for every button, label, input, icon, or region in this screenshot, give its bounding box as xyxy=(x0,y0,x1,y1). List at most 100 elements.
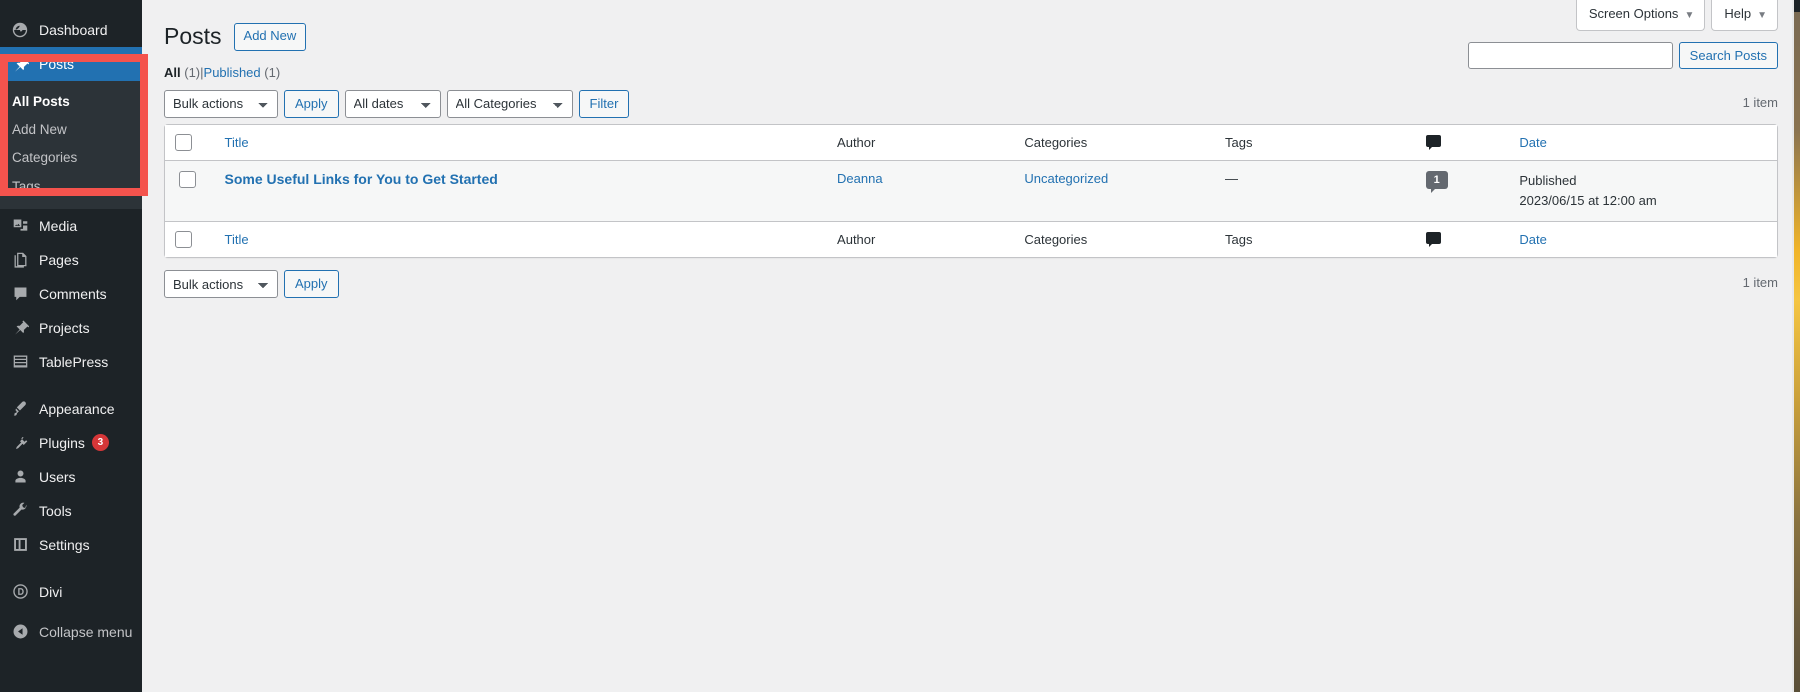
submenu-item-label: Categories xyxy=(12,150,77,165)
sidebar-item-label: TablePress xyxy=(39,355,108,369)
sidebar-item-label: Pages xyxy=(39,253,79,267)
add-new-button[interactable]: Add New xyxy=(234,23,307,51)
posts-table: Title Author Categories Tags Date xyxy=(164,124,1778,258)
post-category-link[interactable]: Uncategorized xyxy=(1024,171,1108,186)
table-foot: Title Author Categories Tags Date xyxy=(165,221,1777,257)
submenu-item-add-new[interactable]: Add New xyxy=(0,116,142,144)
view-all[interactable]: All (1) xyxy=(164,65,200,80)
sidebar-item-label: Dashboard xyxy=(39,23,108,37)
view-published-count: (1) xyxy=(264,65,280,80)
sort-title-link-top[interactable]: Title xyxy=(225,135,249,150)
sidebar-item-users[interactable]: Users xyxy=(0,460,142,494)
column-header-categories: Categories xyxy=(1014,125,1215,161)
sidebar-item-appearance[interactable]: Appearance xyxy=(0,392,142,426)
column-header-title: Title xyxy=(215,125,828,161)
column-header-comments xyxy=(1416,125,1510,161)
select-all-checkbox-top[interactable] xyxy=(175,134,192,151)
date-filter-select[interactable]: All dates xyxy=(345,90,441,118)
submenu-item-categories[interactable]: Categories xyxy=(0,144,142,172)
bulk-actions-select-bottom[interactable]: Bulk actions xyxy=(164,270,278,298)
sidebar-item-media[interactable]: Media xyxy=(0,209,142,243)
brush-icon xyxy=(10,399,30,419)
pin-icon xyxy=(10,54,30,74)
sidebar-item-dashboard[interactable]: Dashboard xyxy=(0,13,142,47)
sort-title-link-bottom[interactable]: Title xyxy=(225,232,249,247)
collapse-menu-button[interactable]: Collapse menu xyxy=(0,615,142,649)
table-body: Some Useful Links for You to Get Started… xyxy=(165,161,1777,221)
column-footer-comments xyxy=(1416,221,1510,257)
dashboard-icon xyxy=(10,20,30,40)
plugins-update-badge: 3 xyxy=(92,434,109,451)
row-checkbox[interactable] xyxy=(179,171,196,188)
sidebar-item-divi[interactable]: Divi xyxy=(0,575,142,609)
sidebar-separator xyxy=(0,379,142,392)
column-header-tags: Tags xyxy=(1215,125,1416,161)
view-all-count: (1) xyxy=(184,65,200,80)
column-footer-title: Title xyxy=(215,221,828,257)
post-title-link[interactable]: Some Useful Links for You to Get Started xyxy=(225,171,498,187)
search-posts-button[interactable]: Search Posts xyxy=(1679,42,1778,69)
select-all-checkbox-bottom[interactable] xyxy=(175,231,192,248)
row-date-cell: Published 2023/06/15 at 12:00 am xyxy=(1509,161,1777,221)
table-row: Some Useful Links for You to Get Started… xyxy=(165,161,1777,221)
post-author-link[interactable]: Deanna xyxy=(837,171,883,186)
row-comments-cell: 1 xyxy=(1416,161,1510,221)
divi-icon xyxy=(10,582,30,602)
table-icon xyxy=(10,352,30,372)
sidebar-item-label: Plugins xyxy=(39,436,85,450)
row-author-cell: Deanna xyxy=(827,161,1014,221)
comments-icon xyxy=(10,284,30,304)
column-footer-categories: Categories xyxy=(1014,221,1215,257)
sidebar-item-label: Divi xyxy=(39,585,62,599)
pages-icon xyxy=(10,250,30,270)
column-footer-author: Author xyxy=(827,221,1014,257)
view-all-link[interactable]: All xyxy=(164,65,181,80)
sidebar-item-comments[interactable]: Comments xyxy=(0,277,142,311)
collapse-arrow-icon xyxy=(10,622,30,642)
sidebar-item-settings[interactable]: Settings xyxy=(0,528,142,562)
view-published[interactable]: Published (1) xyxy=(204,65,281,80)
posts-page-wrap: Posts Add New Search Posts All (1) | Pub… xyxy=(142,0,1800,300)
comment-icon xyxy=(1426,135,1441,147)
row-tags-cell: — xyxy=(1215,161,1416,221)
submenu-item-label: Add New xyxy=(12,122,67,137)
view-published-link[interactable]: Published xyxy=(204,65,261,80)
row-title-cell: Some Useful Links for You to Get Started xyxy=(215,161,828,221)
sidebar-item-label: Users xyxy=(39,470,76,484)
select-all-footer xyxy=(165,221,215,257)
submenu-item-label: All Posts xyxy=(12,94,70,109)
category-filter-select[interactable]: All Categories xyxy=(447,90,573,118)
sidebar-item-plugins[interactable]: Plugins 3 xyxy=(0,426,142,460)
collapse-menu-label: Collapse menu xyxy=(39,625,132,639)
sidebar-item-pages[interactable]: Pages xyxy=(0,243,142,277)
sidebar-item-label: Media xyxy=(39,219,77,233)
filter-button[interactable]: Filter xyxy=(579,90,630,118)
displaying-num-bottom: 1 item xyxy=(1743,275,1778,290)
submenu-item-all-posts[interactable]: All Posts xyxy=(0,88,142,116)
submenu-item-tags[interactable]: Tags xyxy=(0,173,142,201)
search-input[interactable] xyxy=(1468,42,1673,69)
post-date-value: 2023/06/15 at 12:00 am xyxy=(1519,191,1767,211)
pin-icon xyxy=(10,318,30,338)
table-header-row: Title Author Categories Tags Date xyxy=(165,125,1777,161)
column-footer-date: Date xyxy=(1509,221,1777,257)
sort-date-link-bottom[interactable]: Date xyxy=(1519,232,1546,247)
bulk-actions-select-top[interactable]: Bulk actions xyxy=(164,90,278,118)
sidebar-item-tablepress[interactable]: TablePress xyxy=(0,345,142,379)
column-header-author: Author xyxy=(827,125,1014,161)
posts-submenu: All Posts Add New Categories Tags xyxy=(0,81,142,209)
tablenav-top: Bulk actions Apply All dates All Categor… xyxy=(164,88,1778,120)
column-footer-tags: Tags xyxy=(1215,221,1416,257)
apply-button-bottom[interactable]: Apply xyxy=(284,270,339,298)
admin-content: Screen Options▼ Help▼ Posts Add New Sear… xyxy=(142,0,1800,692)
sort-date-link-top[interactable]: Date xyxy=(1519,135,1546,150)
row-select-cell xyxy=(165,161,215,221)
sidebar-item-tools[interactable]: Tools xyxy=(0,494,142,528)
sidebar-item-projects[interactable]: Projects xyxy=(0,311,142,345)
wordpress-admin-screen: Dashboard Posts All Posts Add New Catego… xyxy=(0,0,1800,692)
table-footer-row: Title Author Categories Tags Date xyxy=(165,221,1777,257)
comment-count-bubble[interactable]: 1 xyxy=(1426,171,1448,189)
wrench-icon xyxy=(10,501,30,521)
apply-button-top[interactable]: Apply xyxy=(284,90,339,118)
sidebar-item-posts[interactable]: Posts xyxy=(0,47,142,81)
